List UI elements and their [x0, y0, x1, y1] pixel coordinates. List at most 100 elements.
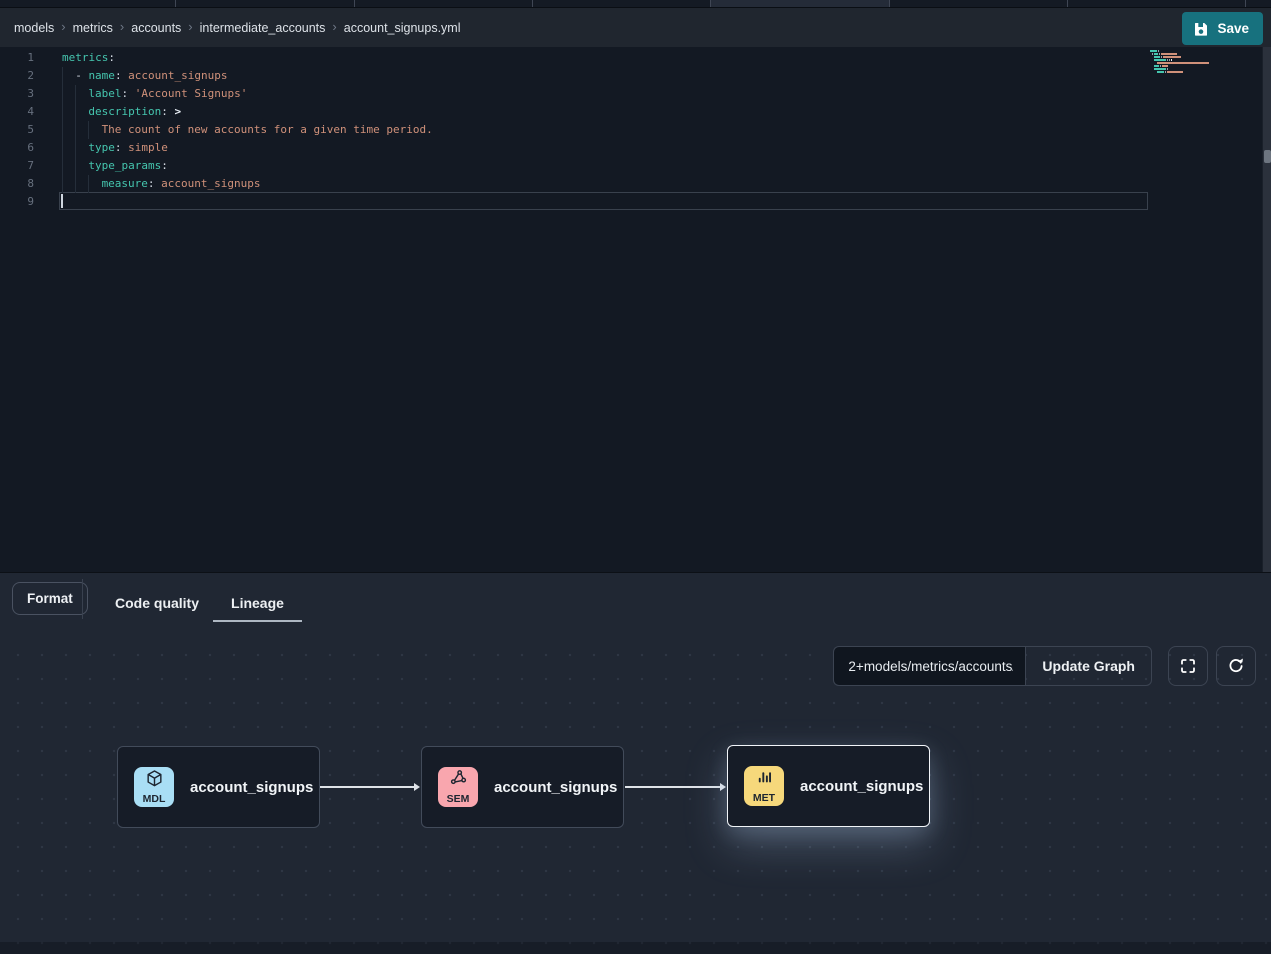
- code-token: :: [115, 69, 122, 82]
- indent-guide: [75, 85, 88, 103]
- breadcrumb-item[interactable]: accounts: [131, 21, 181, 35]
- line-number: 3: [0, 85, 34, 103]
- code-token: account_signups: [122, 69, 228, 82]
- window-tab[interactable]: [533, 0, 711, 7]
- window-tab-active[interactable]: [711, 0, 890, 7]
- line-number: 5: [0, 121, 34, 139]
- update-graph-button[interactable]: Update Graph: [1025, 646, 1152, 686]
- lineage-selector-input[interactable]: [833, 646, 1025, 686]
- minimap-line: [1150, 74, 1214, 76]
- metric-chart-icon: [755, 768, 774, 792]
- indent-guide: [62, 121, 75, 139]
- code-line[interactable]: 1metrics:: [0, 49, 1271, 67]
- tab-code-quality[interactable]: Code quality: [115, 573, 199, 633]
- code-token: account_signups: [155, 177, 261, 190]
- indent-guide: [88, 121, 101, 139]
- bottom-panel: Format Code quality Lineage Update Graph: [0, 572, 1271, 954]
- code-token: description: [88, 105, 161, 118]
- node-type-label: MET: [753, 793, 775, 804]
- window-tab[interactable]: [1068, 0, 1246, 7]
- node-label: account_signups: [494, 779, 617, 796]
- chevron-right-icon: ›: [188, 19, 192, 34]
- model-cube-icon: [145, 769, 164, 793]
- lineage-node-sem[interactable]: SEM account_signups: [421, 746, 624, 828]
- tab-bar-divider: [82, 579, 83, 619]
- breadcrumb-item[interactable]: intermediate_accounts: [200, 21, 326, 35]
- editor-scrollbar[interactable]: [1262, 47, 1271, 572]
- code-token: -: [75, 69, 88, 82]
- breadcrumb-item[interactable]: account_signups.yml: [344, 21, 461, 35]
- lineage-graph[interactable]: Update Graph M: [0, 633, 1271, 954]
- node-label: account_signups: [800, 778, 923, 795]
- fullscreen-button[interactable]: [1168, 646, 1208, 686]
- window-tab[interactable]: [890, 0, 1068, 7]
- file-header-bar: models › metrics › accounts › intermediate_acc…: [0, 8, 1271, 47]
- indent-guide: [75, 157, 88, 175]
- save-button[interactable]: Save: [1182, 12, 1263, 45]
- bottom-shade: [0, 942, 1271, 954]
- code-line[interactable]: 5 The count of new accounts for a given t…: [0, 121, 1271, 139]
- window-tab[interactable]: [1246, 0, 1271, 7]
- code-line-current[interactable]: 9: [0, 193, 1271, 211]
- code-line[interactable]: 6type: simple: [0, 139, 1271, 157]
- lineage-node-met[interactable]: MET account_signups: [727, 745, 930, 827]
- code-token: type: [88, 141, 115, 154]
- code-token: :: [115, 141, 122, 154]
- node-type-badge: MDL: [134, 767, 174, 807]
- scrollbar-thumb[interactable]: [1264, 150, 1271, 163]
- code-line[interactable]: 8measure: account_signups: [0, 175, 1271, 193]
- indent-guide: [88, 175, 101, 193]
- minimap-line: [1150, 59, 1214, 61]
- window-tab[interactable]: [176, 0, 355, 7]
- window-tab-strip: [0, 0, 1271, 8]
- tab-lineage[interactable]: Lineage: [231, 573, 284, 633]
- indent-guide: [75, 139, 88, 157]
- code-line[interactable]: 4description: >: [0, 103, 1271, 121]
- indent-guide: [75, 103, 88, 121]
- code-token: measure: [102, 177, 148, 190]
- line-number: 9: [0, 193, 34, 211]
- minimap[interactable]: [1150, 50, 1214, 77]
- code-token: :: [108, 51, 115, 64]
- minimap-line: [1150, 50, 1214, 52]
- node-type-label: MDL: [143, 794, 166, 805]
- app-window: models › metrics › accounts › intermediate_acc…: [0, 0, 1271, 954]
- lineage-edge: [320, 786, 418, 788]
- minimap-line: [1150, 68, 1214, 70]
- format-button[interactable]: Format: [12, 582, 88, 615]
- code-token: simple: [122, 141, 168, 154]
- code-line[interactable]: 3label: 'Account Signups': [0, 85, 1271, 103]
- code-line[interactable]: 7type_params:: [0, 157, 1271, 175]
- indent-guide: [75, 175, 88, 193]
- minimap-line: [1150, 62, 1214, 64]
- lineage-node-mdl[interactable]: MDLaccount_signups: [117, 746, 320, 828]
- chevron-right-icon: ›: [61, 19, 65, 34]
- line-number: 7: [0, 157, 34, 175]
- minimap-line: [1150, 71, 1214, 73]
- code-token: The count of new accounts for a given ti…: [102, 123, 433, 136]
- code-editor[interactable]: 1metrics:2- name: account_signups3label:…: [0, 47, 1271, 572]
- chevron-right-icon: ›: [120, 19, 124, 34]
- code-token: :: [161, 105, 168, 118]
- indent-guide: [62, 85, 75, 103]
- indent-guide: [62, 139, 75, 157]
- node-type-badge: MET: [744, 766, 784, 806]
- indent-guide: [62, 157, 75, 175]
- line-number: 2: [0, 67, 34, 85]
- refresh-button[interactable]: [1216, 646, 1256, 686]
- window-tab[interactable]: [355, 0, 533, 7]
- indent-guide: [62, 67, 75, 85]
- node-type-badge: SEM: [438, 767, 478, 807]
- indent-guide: [62, 103, 75, 121]
- window-tab[interactable]: [0, 0, 176, 7]
- minimap-line: [1150, 56, 1214, 58]
- lineage-edge: [625, 786, 724, 788]
- minimap-line: [1150, 65, 1214, 67]
- lineage-controls: Update Graph: [833, 646, 1256, 686]
- breadcrumb-item[interactable]: models: [14, 21, 54, 35]
- breadcrumb-item[interactable]: metrics: [73, 21, 113, 35]
- text-cursor: [61, 194, 63, 208]
- line-number: 4: [0, 103, 34, 121]
- code-line[interactable]: 2- name: account_signups: [0, 67, 1271, 85]
- indent-guide: [62, 175, 75, 193]
